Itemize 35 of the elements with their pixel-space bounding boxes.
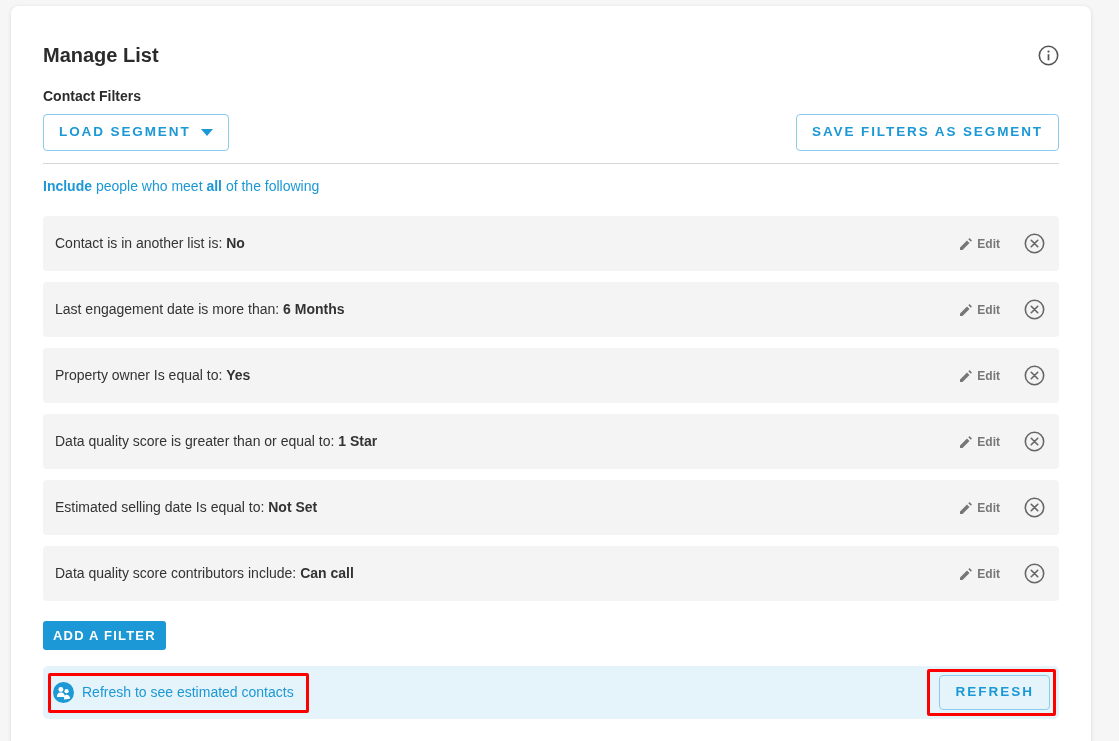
filter-condition: Data quality score is greater than or equal to: 1 Star — [55, 432, 379, 451]
save-segment-button[interactable]: SAVE FILTERS AS SEGMENT — [796, 114, 1059, 151]
filter-condition: Property owner Is equal to: Yes — [55, 366, 252, 385]
page-title: Manage List — [43, 43, 159, 67]
load-segment-dropdown[interactable]: LOAD SEGMENT — [43, 114, 229, 151]
edit-button[interactable]: Edit — [960, 564, 1000, 583]
edit-button[interactable]: Edit — [960, 300, 1000, 319]
add-filter-button[interactable]: ADD A FILTER — [43, 621, 166, 650]
filter-condition: Contact is in another list is: No — [55, 234, 246, 253]
pencil-icon — [960, 501, 973, 514]
edit-button[interactable]: Edit — [960, 366, 1000, 385]
remove-icon[interactable] — [1024, 431, 1045, 452]
edit-button[interactable]: Edit — [960, 234, 1000, 253]
pencil-icon — [960, 303, 973, 316]
filter-condition: Estimated selling date Is equal to: Not Set — [55, 498, 319, 517]
estimate-message: Refresh to see estimated contacts — [82, 683, 294, 702]
section-label: Contact Filters — [43, 87, 142, 106]
info-icon[interactable] — [1038, 44, 1059, 66]
group-icon — [53, 682, 74, 703]
filter-condition: Last engagement date is more than: 6 Months — [55, 300, 346, 319]
remove-icon[interactable] — [1024, 365, 1045, 386]
remove-icon[interactable] — [1024, 563, 1045, 584]
remove-icon[interactable] — [1024, 233, 1045, 254]
pencil-icon — [960, 435, 973, 448]
rule-summary: Include people who meet all of the following — [43, 177, 321, 196]
pencil-icon — [960, 369, 973, 382]
remove-icon[interactable] — [1024, 497, 1045, 518]
pencil-icon — [960, 567, 973, 580]
pencil-icon — [960, 237, 973, 250]
refresh-button[interactable]: REFRESH — [939, 675, 1050, 710]
edit-button[interactable]: Edit — [960, 432, 1000, 451]
remove-icon[interactable] — [1024, 299, 1045, 320]
edit-button[interactable]: Edit — [960, 498, 1000, 517]
filter-condition: Data quality score contributors include: Can call — [55, 564, 355, 583]
caret-icon — [200, 129, 213, 136]
